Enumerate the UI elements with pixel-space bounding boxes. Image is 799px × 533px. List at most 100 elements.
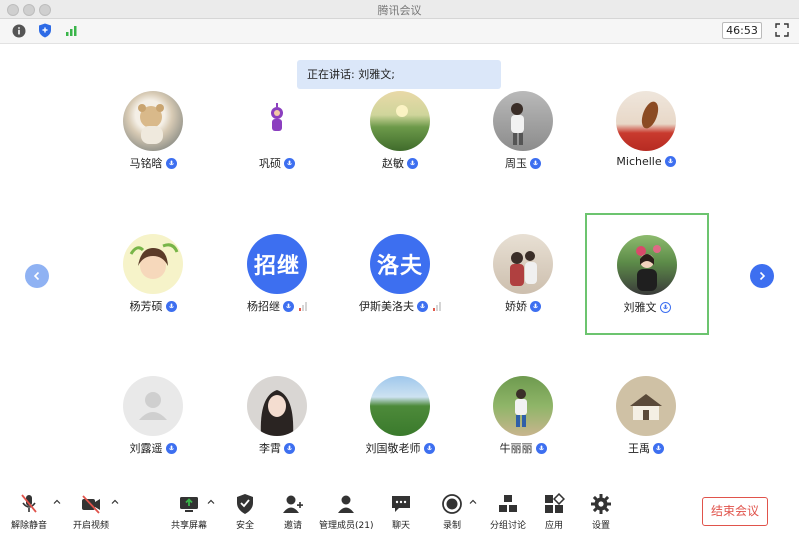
- participant-tile[interactable]: 王禹: [584, 376, 708, 498]
- microphone-icon: [165, 300, 177, 312]
- participant-avatar: [616, 376, 676, 436]
- window-titlebar: 腾讯会议: [0, 0, 799, 19]
- mic-muted-icon: [19, 493, 39, 515]
- participant-tile[interactable]: Michelle: [584, 91, 708, 213]
- participant-avatar: [493, 234, 553, 294]
- participant-avatar: 洛夫: [370, 234, 430, 294]
- participant-avatar: [123, 376, 183, 436]
- previous-page-button[interactable]: [25, 264, 49, 288]
- next-page-button[interactable]: [750, 264, 774, 288]
- participant-avatar: [123, 234, 183, 294]
- participant-name: 杨芳硕: [129, 300, 163, 313]
- unmute-label: 解除静音: [11, 521, 48, 531]
- participant-avatar: [247, 91, 307, 151]
- record-button[interactable]: 录制: [441, 493, 463, 531]
- participant-name: 牛丽丽: [499, 442, 533, 455]
- window-title: 腾讯会议: [377, 4, 422, 17]
- microphone-icon: [535, 442, 547, 454]
- participant-name: 杨招继: [247, 300, 280, 313]
- microphone-icon: [284, 157, 295, 169]
- avatar-initials: 招继: [253, 254, 300, 279]
- apps-button[interactable]: 应用: [543, 493, 565, 531]
- network-signal-icon[interactable]: [63, 23, 78, 38]
- manage-members-label: 管理成员(21): [319, 521, 374, 531]
- fullscreen-icon[interactable]: [774, 22, 790, 38]
- chevron-left-icon: [33, 271, 40, 281]
- unmute-button[interactable]: 解除静音: [11, 493, 47, 531]
- participant-tile[interactable]: 刘国敬老师: [338, 376, 462, 498]
- participant-tile[interactable]: 招继 杨招继: [215, 234, 339, 356]
- microphone-icon: [664, 156, 676, 167]
- chevron-right-icon: [759, 271, 766, 281]
- breakout-label: 分组讨论: [490, 521, 527, 531]
- participant-avatar: [617, 235, 677, 295]
- weak-signal-icon: [299, 301, 307, 311]
- info-icon[interactable]: [11, 23, 26, 38]
- participant-tile[interactable]: 杨芳硕: [91, 234, 215, 356]
- participant-tile[interactable]: 巩硕: [215, 91, 339, 213]
- share-screen-button[interactable]: 共享屏幕: [171, 493, 207, 531]
- security-icon: [235, 493, 255, 515]
- participant-tile[interactable]: 周玉: [461, 91, 585, 213]
- participant-tile[interactable]: 李霄: [215, 376, 339, 498]
- participant-name: 赵敏: [382, 157, 404, 170]
- security-label: 安全: [235, 521, 254, 531]
- participant-avatar: [247, 376, 307, 436]
- microphone-icon: [417, 300, 428, 312]
- participant-avatar: 招继: [247, 234, 307, 294]
- microphone-icon: [407, 157, 418, 169]
- microphone-icon: [530, 157, 541, 169]
- participant-tile[interactable]: 刘露遥: [91, 376, 215, 498]
- invite-label: 邀请: [283, 521, 302, 531]
- chat-button[interactable]: 聊天: [390, 493, 412, 531]
- meeting-toolbar: 解除静音 开启视频 共享屏幕 安全 邀请 管理成员(21) 聊天 录制 分组讨论…: [0, 487, 799, 533]
- active-speaker-banner: 正在讲话: 刘雅文;: [297, 60, 501, 89]
- active-speaker-tile[interactable]: 刘雅文: [585, 213, 709, 335]
- participant-avatar: [493, 376, 553, 436]
- meeting-topbar: 46:53: [0, 19, 799, 44]
- invite-icon: [282, 493, 304, 515]
- participant-tile[interactable]: 洛夫 伊斯美洛夫: [338, 234, 462, 356]
- participant-name: 刘雅文: [623, 301, 657, 314]
- chevron-up-icon[interactable]: [52, 497, 62, 507]
- participant-tile[interactable]: 牛丽丽: [461, 376, 585, 498]
- manage-members-button[interactable]: 管理成员(21): [319, 493, 373, 531]
- chevron-up-icon[interactable]: [110, 497, 120, 507]
- microphone-icon: [284, 442, 295, 454]
- camera-off-icon: [80, 493, 102, 515]
- share-screen-label: 共享屏幕: [171, 521, 208, 531]
- settings-button[interactable]: 设置: [590, 493, 612, 531]
- apps-label: 应用: [544, 521, 563, 531]
- participant-avatar: [370, 91, 430, 151]
- security-shield-icon[interactable]: [37, 23, 52, 38]
- participant-avatar: [493, 91, 553, 151]
- avatar-initials: 洛夫: [376, 254, 423, 279]
- participant-tile[interactable]: 马铭晗: [91, 91, 215, 213]
- settings-label: 设置: [591, 521, 610, 531]
- participant-name: 巩硕: [259, 157, 281, 170]
- participant-name: 马铭晗: [129, 157, 163, 170]
- participant-name: 刘露遥: [129, 442, 163, 455]
- chevron-up-icon[interactable]: [468, 497, 478, 507]
- participant-tile[interactable]: 娇娇: [461, 234, 585, 356]
- members-icon: [335, 493, 357, 515]
- default-user-icon: [139, 392, 167, 420]
- invite-button[interactable]: 邀请: [282, 493, 304, 531]
- participant-name: 伊斯美洛夫: [359, 300, 414, 313]
- end-meeting-button[interactable]: 结束会议: [702, 497, 768, 526]
- gear-icon: [590, 493, 612, 515]
- share-screen-icon: [178, 493, 200, 515]
- breakout-icon: [497, 493, 519, 515]
- security-button[interactable]: 安全: [235, 493, 255, 531]
- record-icon: [441, 493, 463, 515]
- microphone-icon: [653, 442, 664, 454]
- participant-tile[interactable]: 赵敏: [338, 91, 462, 213]
- chat-icon: [390, 493, 412, 515]
- chevron-up-icon[interactable]: [206, 497, 216, 507]
- breakout-rooms-button[interactable]: 分组讨论: [490, 493, 526, 531]
- participant-name: 王禹: [628, 442, 650, 455]
- participant-name: Michelle: [616, 155, 662, 168]
- start-video-button[interactable]: 开启视频: [73, 493, 109, 531]
- participant-name: 周玉: [505, 157, 527, 170]
- microphone-icon: [423, 442, 435, 454]
